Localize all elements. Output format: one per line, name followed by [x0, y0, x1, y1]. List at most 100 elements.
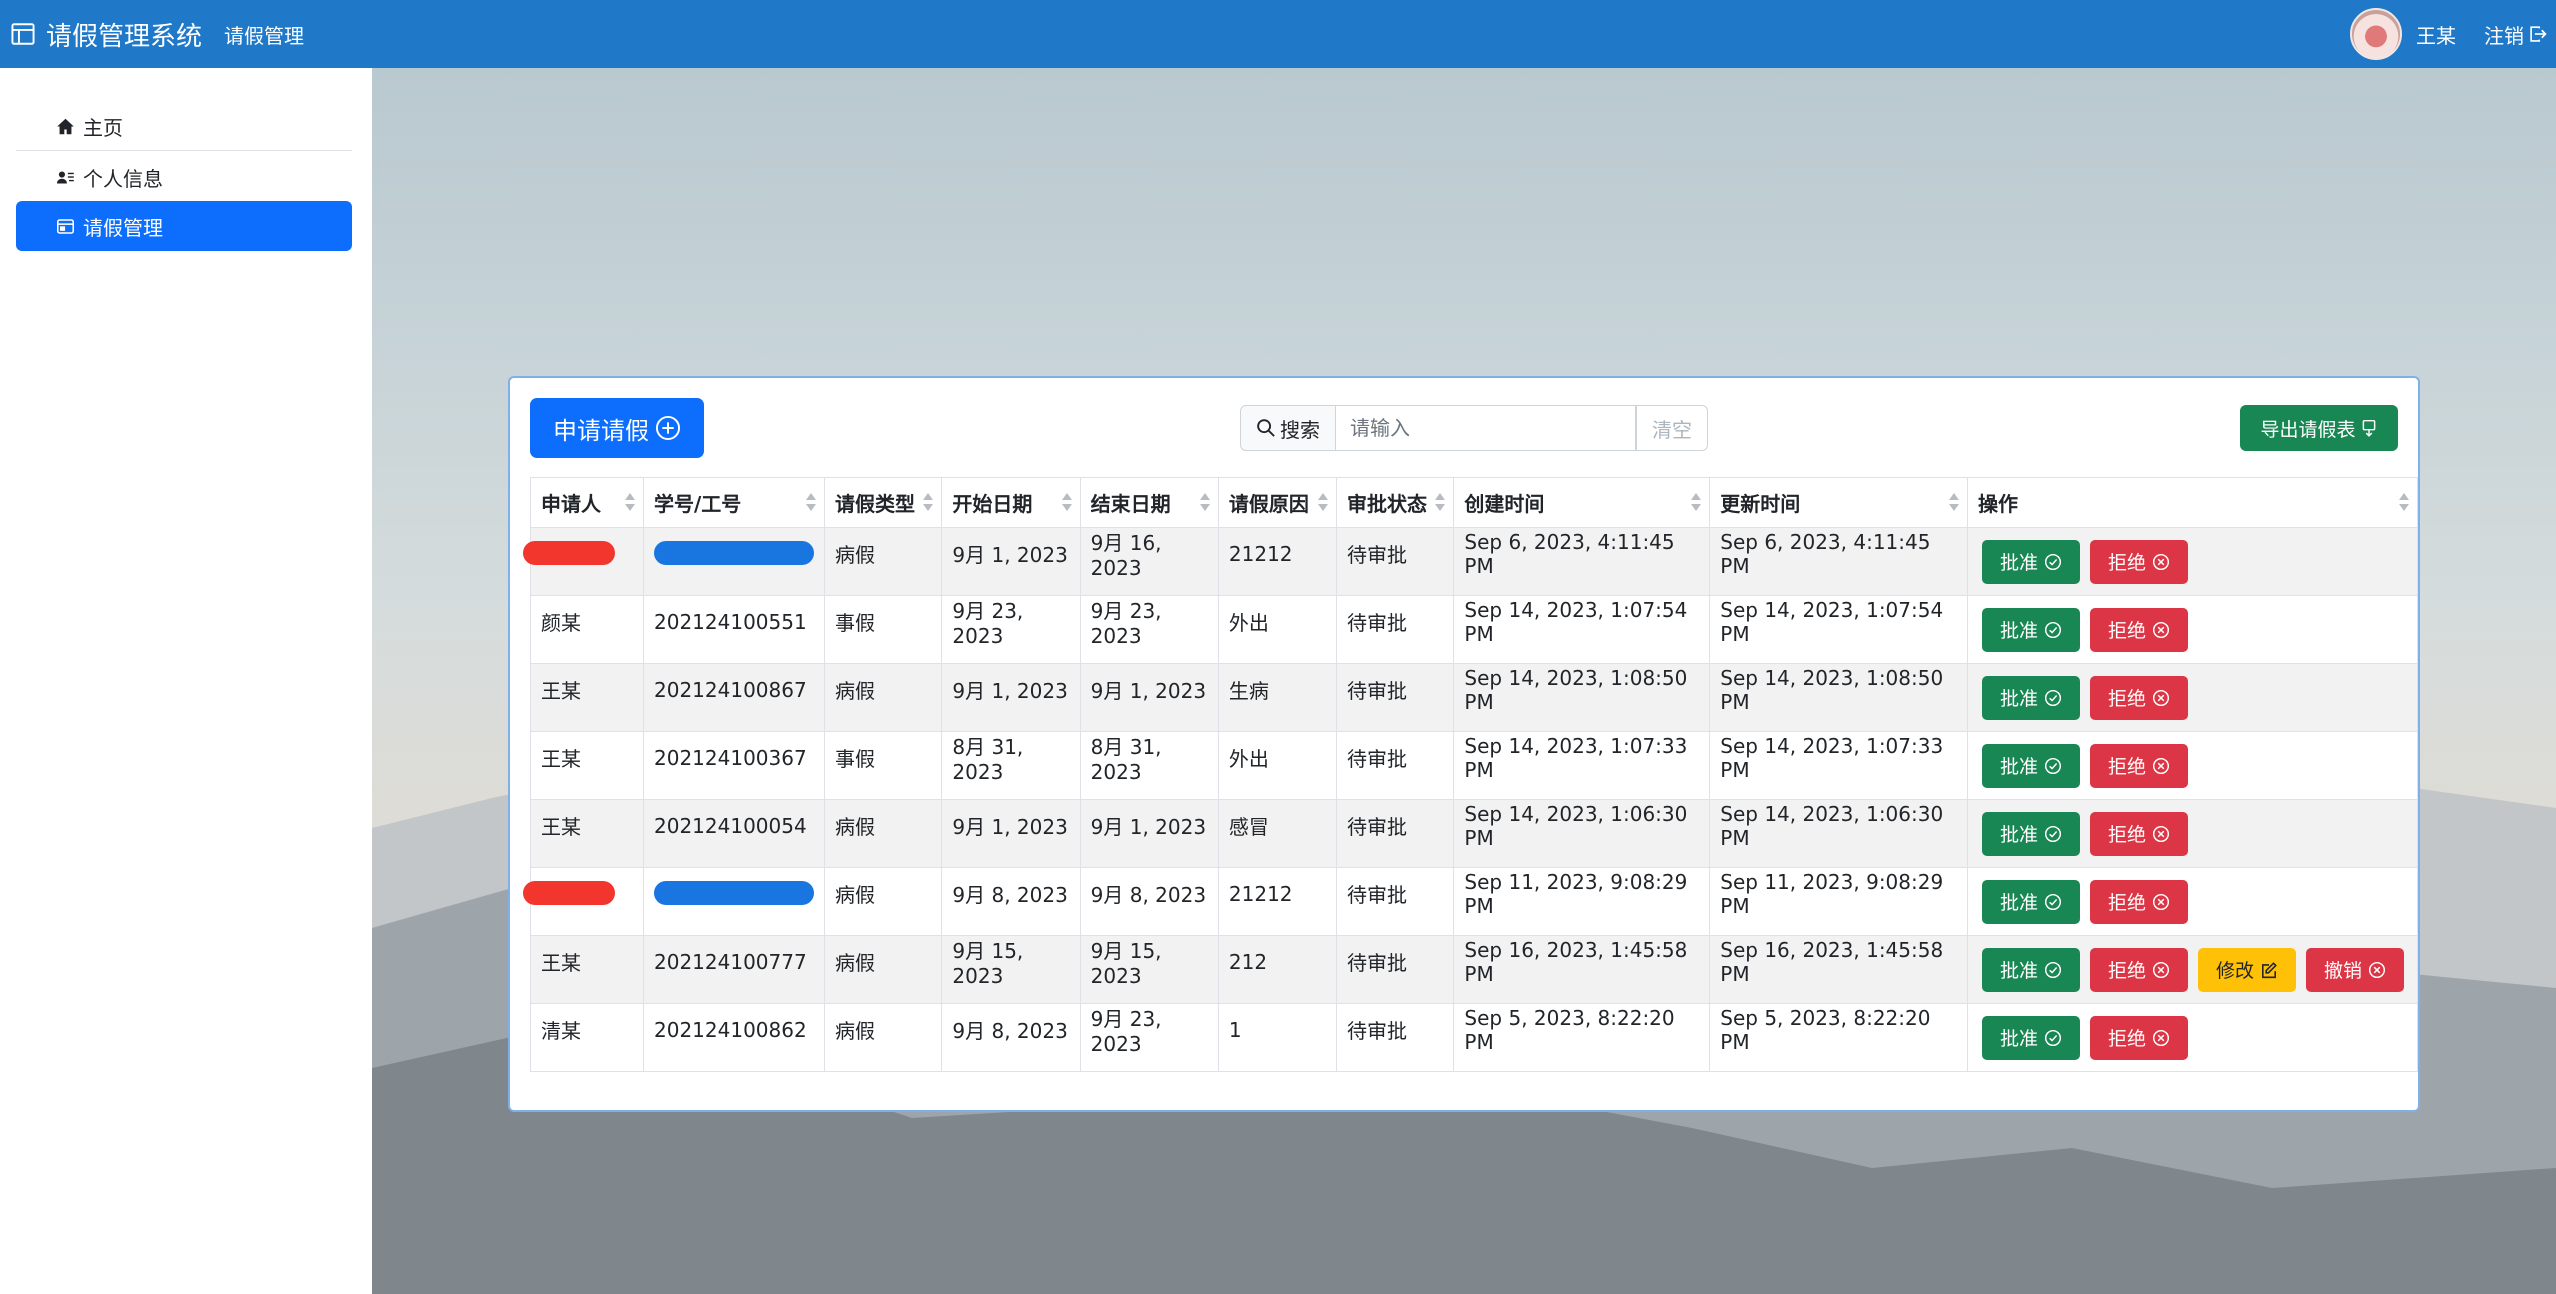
table-cell-id: 202124100551	[643, 595, 825, 664]
approve-button[interactable]: 批准	[1982, 1015, 2081, 1060]
table-cell-end: 9月 1, 2023	[1079, 799, 1219, 868]
table-cell-reason: 外出	[1217, 595, 1338, 664]
table-row: 病假 9月 8, 2023 9月 8, 2023 21212 待审批 Sep 11, 20…	[523, 867, 2418, 936]
approve-button[interactable]: 批准	[1982, 743, 2081, 788]
column-header-updated[interactable]: 更新时间	[1709, 477, 1969, 528]
cell-text: 待审批	[1347, 679, 1408, 703]
sort-icon[interactable]	[1949, 493, 1960, 513]
cell-text: 9月 8, 2023	[1090, 883, 1207, 907]
table-cell-id	[643, 527, 825, 596]
cell-text: 感冒	[1228, 815, 1269, 839]
column-header-end[interactable]: 结束日期	[1079, 477, 1219, 528]
sort-icon[interactable]	[1199, 493, 1210, 513]
approve-button[interactable]: 批准	[1982, 811, 2081, 856]
sort-icon[interactable]	[2399, 493, 2409, 513]
username[interactable]: 王某	[2416, 20, 2456, 49]
cell-text: 8月 31, 2023	[952, 735, 1024, 784]
edit-button[interactable]: 修改	[2198, 947, 2297, 992]
sort-icon[interactable]	[1435, 493, 1446, 513]
reject-button[interactable]: 拒绝	[2090, 1015, 2189, 1060]
column-header-id[interactable]: 学号/工号	[643, 477, 825, 528]
column-header-reason[interactable]: 请假原因	[1217, 477, 1338, 528]
column-header-type[interactable]: 请假类型	[823, 477, 943, 528]
search-input[interactable]	[1336, 405, 1636, 451]
approve-label: 批准	[2000, 892, 2039, 914]
sort-icon[interactable]	[1061, 493, 1072, 513]
sort-icon[interactable]	[1691, 493, 1702, 513]
column-header-created[interactable]: 创建时间	[1453, 477, 1711, 528]
cell-text: 生病	[1228, 679, 1269, 703]
plus-circle-icon	[655, 415, 681, 441]
column-header-status[interactable]: 审批状态	[1336, 477, 1455, 528]
approve-label: 批准	[2000, 552, 2039, 574]
export-leave-button[interactable]: 导出请假表	[2240, 405, 2398, 451]
table-cell-updated: Sep 14, 2023, 1:07:33 PM	[1709, 731, 1969, 800]
brand[interactable]: 请假管理系统	[10, 16, 202, 53]
reject-button[interactable]: 拒绝	[2090, 743, 2189, 788]
reject-button[interactable]: 拒绝	[2090, 675, 2189, 720]
table-cell-actions: 批准 拒绝	[1967, 867, 2418, 936]
sidebar-item-profile[interactable]: 个人信息	[16, 152, 352, 202]
cell-text: 9月 1, 2023	[1090, 679, 1207, 703]
sidebar-item-home[interactable]: 主页	[16, 101, 352, 151]
sort-icon[interactable]	[1318, 493, 1329, 513]
table-cell-start: 8月 31, 2023	[941, 731, 1081, 800]
table-cell-updated: Sep 14, 2023, 1:07:54 PM	[1709, 595, 1969, 664]
leave-management-card: 申请请假 搜索 清空 导出请假表 申请人 学号/工号 请假类型 开始日期 结束日…	[508, 376, 2420, 1112]
table-cell-actions: 批准 拒绝	[1967, 731, 2418, 800]
approve-button[interactable]: 批准	[1982, 879, 2081, 924]
search-button[interactable]: 搜索	[1240, 405, 1336, 451]
column-header-applicant[interactable]: 申请人	[530, 477, 644, 528]
sidebar-item-leave-management[interactable]: 请假管理	[16, 201, 352, 251]
table-cell-start: 9月 1, 2023	[941, 799, 1081, 868]
x-circle-icon	[2146, 825, 2170, 843]
avatar[interactable]	[2350, 8, 2402, 60]
reject-button[interactable]: 拒绝	[2090, 947, 2189, 992]
check-circle-icon	[2038, 689, 2062, 707]
reject-button[interactable]: 拒绝	[2090, 539, 2189, 584]
table-cell-name: 清某	[530, 1003, 644, 1072]
table-cell-created: Sep 14, 2023, 1:06:30 PM	[1453, 799, 1711, 868]
table-cell-updated: Sep 5, 2023, 8:22:20 PM	[1709, 1003, 1969, 1072]
table-cell-reason: 1	[1217, 1003, 1338, 1072]
cell-text: 9月 23, 2023	[1090, 1007, 1162, 1056]
table-cell-created: Sep 16, 2023, 1:45:58 PM	[1453, 935, 1711, 1004]
table-cell-actions: 批准 拒绝	[1967, 663, 2418, 732]
table-row: 王某 202124100367 事假 8月 31, 2023 8月 31, 2023 外出…	[530, 731, 2418, 800]
logout-button[interactable]: 注销	[2484, 20, 2548, 49]
apply-leave-button[interactable]: 申请请假	[530, 398, 704, 458]
table-cell-created: Sep 5, 2023, 8:22:20 PM	[1453, 1003, 1711, 1072]
cell-text: 王某	[541, 951, 581, 975]
reject-button[interactable]: 拒绝	[2090, 811, 2189, 856]
table-cell-created: Sep 11, 2023, 9:08:29 PM	[1453, 867, 1711, 936]
action-group: 批准 拒绝	[1978, 879, 2407, 924]
approve-button[interactable]: 批准	[1982, 539, 2081, 584]
reject-button[interactable]: 拒绝	[2090, 879, 2189, 924]
sort-icon[interactable]	[625, 493, 635, 513]
cell-text: 待审批	[1347, 747, 1408, 771]
table-cell-name	[523, 867, 644, 936]
table-cell-status: 待审批	[1336, 731, 1455, 800]
approve-button[interactable]: 批准	[1982, 675, 2081, 720]
cancel-leave-button[interactable]: 撤销	[2306, 947, 2405, 992]
sidebar-item-label: 个人信息	[83, 166, 163, 191]
sort-icon[interactable]	[806, 493, 816, 513]
reject-button[interactable]: 拒绝	[2090, 607, 2189, 652]
cell-text: Sep 6, 2023, 4:11:45 PM	[1720, 529, 1931, 578]
table-cell-actions: 批准 拒绝	[1967, 799, 2418, 868]
nav-link-leave-management[interactable]: 请假管理	[224, 20, 304, 49]
table-cell-status: 待审批	[1336, 799, 1455, 868]
clear-button[interactable]: 清空	[1636, 405, 1708, 451]
table-cell-start: 9月 8, 2023	[941, 867, 1081, 936]
approve-button[interactable]: 批准	[1982, 947, 2081, 992]
table-cell-status: 待审批	[1336, 595, 1455, 664]
cell-text: Sep 14, 2023, 1:07:33 PM	[1464, 733, 1688, 782]
sort-icon[interactable]	[923, 493, 934, 513]
cell-text: 事假	[835, 611, 875, 635]
cell-text: 病假	[835, 543, 875, 567]
check-circle-icon	[2038, 1029, 2062, 1047]
approve-button[interactable]: 批准	[1982, 607, 2081, 652]
column-header-start[interactable]: 开始日期	[941, 477, 1081, 528]
column-header-actions[interactable]: 操作	[1967, 477, 2418, 528]
table-cell-reason: 感冒	[1217, 799, 1338, 868]
